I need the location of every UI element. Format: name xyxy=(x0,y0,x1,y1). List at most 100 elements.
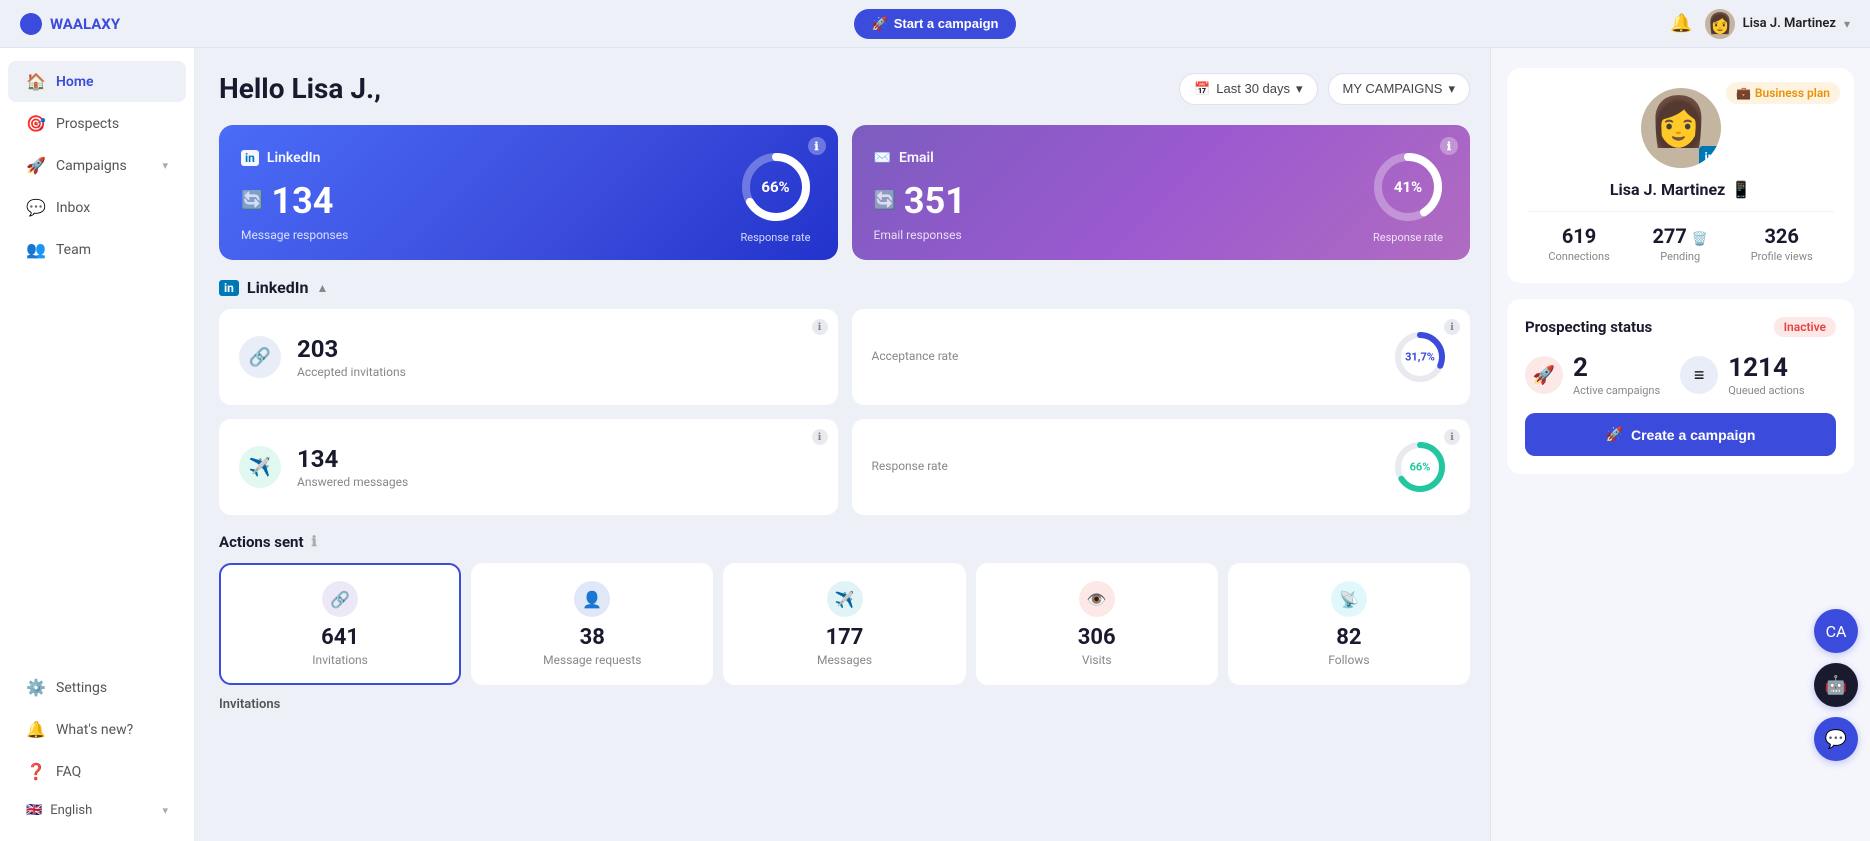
chevron-down-icon: ▾ xyxy=(162,159,168,172)
invitations-number: 641 xyxy=(235,625,445,650)
sidebar-item-settings[interactable]: ⚙️ Settings xyxy=(8,667,186,708)
info-icon[interactable]: ℹ xyxy=(312,534,317,550)
linkedin-section-title: LinkedIn xyxy=(247,278,309,297)
logo-icon xyxy=(20,13,42,35)
pending-number: 277 🗑️ xyxy=(1652,224,1708,248)
response-donut: 66% xyxy=(1390,437,1450,497)
follows-action-card[interactable]: 📡 82 Follows xyxy=(1228,563,1470,685)
sidebar-item-home[interactable]: 🏠 Home xyxy=(8,61,186,102)
prospecting-card: Prospecting status Inactive 🚀 2 Active c… xyxy=(1507,299,1854,474)
follows-number: 82 xyxy=(1244,625,1454,650)
home-icon: 🏠 xyxy=(26,72,46,91)
profile-card: 💼 Business plan in Lisa J. Martinez 📱 61… xyxy=(1507,68,1854,283)
queued-actions-stat: ≡ 1214 Queued actions xyxy=(1680,353,1804,397)
queued-actions-data: 1214 Queued actions xyxy=(1728,353,1804,397)
linkedin-donut-label: 66% xyxy=(761,178,789,196)
messages-number: 177 xyxy=(739,625,949,650)
topbar-right: 🔔 Lisa J. Martinez ▾ xyxy=(1670,9,1850,39)
visits-label: Visits xyxy=(992,653,1202,667)
float-btn-2[interactable]: 🤖 xyxy=(1814,663,1858,707)
date-filter[interactable]: 📅 Last 30 days ▾ xyxy=(1179,73,1317,105)
trash-icon: 🗑️ xyxy=(1692,232,1708,247)
layout: 🏠 Home 🎯 Prospects 🚀 Campaigns ▾ 💬 Inbox… xyxy=(0,48,1870,841)
sidebar-item-inbox[interactable]: 💬 Inbox xyxy=(8,187,186,228)
sidebar-item-prospects[interactable]: 🎯 Prospects xyxy=(8,103,186,144)
link-icon: 🔗 xyxy=(322,581,358,617)
notification-icon[interactable]: 🔔 xyxy=(1670,13,1692,34)
start-campaign-button[interactable]: 🚀 Start a campaign xyxy=(854,9,1017,39)
messages-action-card[interactable]: ✈️ 177 Messages xyxy=(723,563,965,685)
acceptance-donut-label: 31,7% xyxy=(1405,351,1435,364)
invitations-label: Invitations xyxy=(235,653,445,667)
sidebar-label-whats-new: What's new? xyxy=(56,722,133,738)
user-menu[interactable]: Lisa J. Martinez ▾ xyxy=(1705,9,1850,39)
plane-icon: ✈️ xyxy=(239,446,281,488)
profile-views-label: Profile views xyxy=(1751,250,1813,263)
refresh-icon: 🔄 xyxy=(874,190,896,211)
create-campaign-button[interactable]: 🚀 Create a campaign xyxy=(1525,413,1836,456)
stat-cards: ℹ in LinkedIn 🔄 134 Message responses xyxy=(219,125,1470,260)
whats-new-icon: 🔔 xyxy=(26,720,46,739)
profile-views-number: 326 xyxy=(1751,224,1813,248)
message-requests-number: 38 xyxy=(487,625,697,650)
info-icon[interactable]: ℹ xyxy=(812,429,828,445)
profile-stats: 619 Connections 277 🗑️ Pending 326 Profi… xyxy=(1527,211,1834,263)
prospects-icon: 🎯 xyxy=(26,114,46,133)
sidebar-label-team: Team xyxy=(56,242,91,258)
float-btn-1[interactable]: CA xyxy=(1814,609,1858,653)
linkedin-card-left: in LinkedIn 🔄 134 Message responses xyxy=(241,150,348,242)
business-plan-badge[interactable]: 💼 Business plan xyxy=(1726,82,1840,104)
sidebar-item-faq[interactable]: ❓ FAQ xyxy=(8,751,186,792)
sidebar-item-whats-new[interactable]: 🔔 What's new? xyxy=(8,709,186,750)
topbar: WAALAXY 🚀 Start a campaign 🔔 Lisa J. Mar… xyxy=(0,0,1870,48)
app-logo[interactable]: WAALAXY xyxy=(20,13,120,35)
person-icon: 👤 xyxy=(574,581,610,617)
sidebar-label-faq: FAQ xyxy=(56,764,81,780)
campaigns-icon: 🚀 xyxy=(26,156,46,175)
actions-section: Actions sent ℹ 🔗 641 Invitations 👤 38 Me… xyxy=(219,533,1470,712)
email-icon: ✉️ xyxy=(874,150,891,166)
prospecting-header: Prospecting status Inactive xyxy=(1525,317,1836,337)
actions-title: Actions sent xyxy=(219,533,304,551)
email-card-right: 41% Response rate xyxy=(1368,147,1448,244)
info-icon[interactable]: ℹ xyxy=(812,319,828,335)
linkedin-stat-card: ℹ in LinkedIn 🔄 134 Message responses xyxy=(219,125,838,260)
visits-number: 306 xyxy=(992,625,1202,650)
active-campaigns-number: 2 xyxy=(1573,353,1660,383)
signal-icon: 📡 xyxy=(1331,581,1367,617)
sidebar-item-campaigns[interactable]: 🚀 Campaigns ▾ xyxy=(8,145,186,186)
campaigns-filter[interactable]: MY CAMPAIGNS ▾ xyxy=(1328,73,1470,105)
linkedin-card-right: 66% Response rate xyxy=(736,147,816,244)
linkedin-stat-sub: Message responses xyxy=(241,228,348,242)
language-selector[interactable]: 🇬🇧 English ▾ xyxy=(8,793,186,828)
actions-cards: 🔗 641 Invitations 👤 38 Message requests … xyxy=(219,563,1470,685)
status-badge: Inactive xyxy=(1774,317,1836,337)
response-donut-label: 66% xyxy=(1410,461,1431,474)
sidebar-nav-items: 🏠 Home 🎯 Prospects 🚀 Campaigns ▾ 💬 Inbox… xyxy=(0,60,194,271)
sidebar-label-settings: Settings xyxy=(56,680,107,696)
sidebar-item-team[interactable]: 👥 Team xyxy=(8,229,186,270)
profile-views-stat: 326 Profile views xyxy=(1751,224,1813,263)
chevron-up-icon[interactable]: ▲ xyxy=(316,281,328,295)
sidebar-bottom: ⚙️ Settings 🔔 What's new? ❓ FAQ 🇬🇧 Engli… xyxy=(0,666,194,829)
message-requests-action-card[interactable]: 👤 38 Message requests xyxy=(471,563,713,685)
linkedin-section-icon: in xyxy=(219,280,239,296)
sidebar-label-prospects: Prospects xyxy=(56,116,119,132)
connections-stat: 619 Connections xyxy=(1548,224,1609,263)
visits-action-card[interactable]: 👁️ 306 Visits xyxy=(976,563,1218,685)
response-rate-data: Response rate xyxy=(872,457,948,477)
email-stat-sub: Email responses xyxy=(874,228,966,242)
invitations-action-card[interactable]: 🔗 641 Invitations xyxy=(219,563,461,685)
logo-text: WAALAXY xyxy=(50,15,120,33)
faq-icon: ❓ xyxy=(26,762,46,781)
avatar xyxy=(1705,9,1735,39)
acceptance-rate-label: Acceptance rate xyxy=(872,349,959,363)
float-chat-btn[interactable]: 💬 xyxy=(1814,717,1858,761)
right-panel: 💼 Business plan in Lisa J. Martinez 📱 61… xyxy=(1490,48,1870,841)
message-requests-label: Message requests xyxy=(487,653,697,667)
rocket-icon: 🚀 xyxy=(872,16,888,32)
invitations-section-label: Invitations xyxy=(219,697,1470,712)
pending-label: Pending xyxy=(1652,250,1708,263)
chevron-down-icon: ▾ xyxy=(1296,81,1303,97)
inbox-icon: 💬 xyxy=(26,198,46,217)
